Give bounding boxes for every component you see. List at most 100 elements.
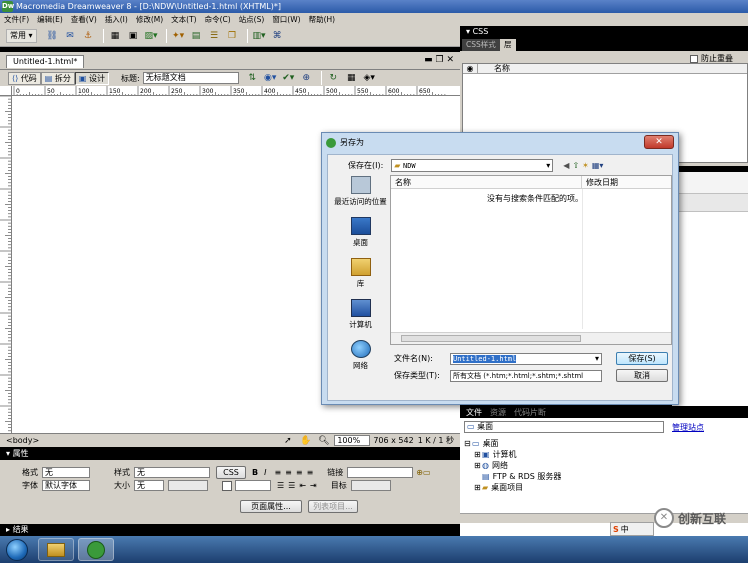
tab-snippets[interactable]: 代码片断	[514, 407, 546, 418]
align-left-icon[interactable]: ≡	[274, 468, 281, 477]
insert-category-dropdown[interactable]: 常用 ▾	[6, 29, 37, 43]
menu-window[interactable]: 窗口(W)	[268, 13, 304, 26]
tree-item-ftp[interactable]: ▤ FTP & RDS 服务器	[464, 471, 561, 482]
dialog-close-button[interactable]: ✕	[644, 135, 674, 149]
place-network[interactable]: 网络	[332, 340, 389, 371]
menu-modify[interactable]: 修改(M)	[132, 13, 167, 26]
menu-edit[interactable]: 编辑(E)	[33, 13, 67, 26]
place-libraries[interactable]: 库	[332, 258, 389, 289]
tab-files[interactable]: 文件	[466, 407, 482, 418]
place-desktop[interactable]: 桌面	[332, 217, 389, 248]
menu-help[interactable]: 帮助(H)	[305, 13, 340, 26]
tree-item-desktop-items[interactable]: ⊞ ▰ 桌面项目	[464, 482, 561, 493]
style-select[interactable]: 无	[134, 467, 210, 478]
design-view-button[interactable]: ▣ 设计	[74, 71, 110, 85]
tab-css-styles[interactable]: CSS样式	[462, 39, 500, 51]
code-view-button[interactable]: ⟨⟩ 代码	[8, 71, 41, 85]
results-header[interactable]: ▸ 结果	[0, 524, 460, 536]
start-button[interactable]	[6, 539, 28, 561]
file-list[interactable]: 名称 修改日期 没有与搜索条件匹配的项。	[390, 175, 672, 345]
template-icon[interactable]: ❐	[225, 29, 240, 43]
tag-selector[interactable]: <body>	[6, 436, 39, 445]
format-select[interactable]: 无	[42, 467, 90, 478]
place-computer[interactable]: 计算机	[332, 299, 389, 330]
menu-commands[interactable]: 命令(C)	[201, 13, 235, 26]
page-properties-button[interactable]: 页面属性...	[240, 500, 302, 513]
filetype-select[interactable]: 所有文档 (*.htm;*.html;*.shtm;*.shtml	[450, 369, 602, 382]
text-color-input[interactable]	[235, 480, 271, 491]
justify-icon[interactable]: ≡	[307, 468, 314, 477]
email-icon[interactable]: ✉	[63, 29, 78, 43]
window-size[interactable]: 706 x 542	[373, 436, 413, 445]
view-options-icon[interactable]: ▦	[344, 71, 359, 85]
site-location-select[interactable]: ▭ 桌面	[464, 421, 664, 433]
table-icon[interactable]: ▦	[108, 29, 123, 43]
check-page-icon[interactable]: ✔▾	[281, 71, 296, 85]
zoom-select[interactable]: 100%	[334, 435, 371, 446]
split-view-button[interactable]: ▤ 拆分	[40, 71, 75, 85]
file-list-scrollbar[interactable]	[391, 332, 671, 344]
document-tab[interactable]: Untitled-1.html*	[6, 55, 85, 68]
taskbar-explorer[interactable]	[38, 538, 74, 561]
back-icon[interactable]: ◀	[563, 161, 569, 170]
save-button[interactable]: 保存(S)	[616, 352, 668, 365]
place-recent[interactable]: 最近访问的位置	[332, 176, 389, 207]
new-folder-icon[interactable]: ✶	[582, 161, 589, 170]
preview-browser-icon[interactable]: ◉▾	[263, 71, 278, 85]
indent-icon[interactable]: ⇥	[310, 481, 317, 490]
link-input[interactable]	[347, 467, 414, 478]
ime-indicator[interactable]: S中	[610, 522, 654, 536]
anchor-icon[interactable]: ⚓	[81, 29, 96, 43]
cancel-button[interactable]: 取消	[616, 369, 668, 382]
save-in-select[interactable]: ▰ NDW ▾	[391, 159, 554, 172]
column-name[interactable]: 名称	[391, 177, 581, 188]
tag-chooser-icon[interactable]: ⌘	[270, 29, 285, 43]
font-select[interactable]: 默认字体	[42, 480, 90, 491]
align-center-icon[interactable]: ≡	[285, 468, 292, 477]
document-title-input[interactable]: 无标题文档	[142, 72, 239, 84]
bold-button[interactable]: B	[252, 468, 258, 477]
properties-header[interactable]: ▾ 属性	[0, 447, 460, 460]
size-unit-select[interactable]	[168, 480, 208, 491]
select-tool-icon[interactable]: ➚	[280, 434, 295, 448]
view-menu-icon[interactable]: ▦▾	[592, 161, 604, 170]
target-select[interactable]	[350, 480, 391, 491]
manage-sites-link[interactable]: 管理站点	[672, 422, 704, 433]
outdent-icon[interactable]: ⇤	[299, 481, 306, 490]
document-window-controls[interactable]: ▬ ❐ ✕	[424, 55, 454, 65]
taskbar-dreamweaver[interactable]	[78, 538, 114, 561]
div-icon[interactable]: ▣	[126, 29, 141, 43]
media-icon[interactable]: ✦▾	[171, 29, 186, 43]
up-folder-icon[interactable]: ⇧	[572, 161, 579, 170]
menu-file[interactable]: 文件(F)	[0, 13, 33, 26]
validate-icon[interactable]: ⊕	[299, 71, 314, 85]
tab-layers[interactable]: 层	[500, 39, 516, 51]
zoom-tool-icon[interactable]: 🔍︎	[316, 434, 331, 448]
ordered-list-icon[interactable]: ☰	[288, 481, 295, 490]
refresh-icon[interactable]: ↻	[326, 71, 341, 85]
size-select[interactable]: 无	[134, 480, 164, 491]
date-icon[interactable]: ▤	[189, 29, 204, 43]
comment-icon[interactable]: ☰	[207, 29, 222, 43]
browse-folder-icon[interactable]: ⊕▭	[416, 468, 430, 477]
css-button[interactable]: CSS	[216, 466, 246, 479]
tree-item-computer[interactable]: ⊞ ▣ 计算机	[464, 449, 561, 460]
italic-button[interactable]: I	[264, 468, 266, 477]
hyperlink-icon[interactable]: ⛓	[45, 29, 60, 43]
align-right-icon[interactable]: ≡	[296, 468, 303, 477]
hand-tool-icon[interactable]: ✋	[298, 434, 313, 448]
head-icon[interactable]: ▥▾	[252, 29, 267, 43]
visual-aids-icon[interactable]: ◈▾	[362, 71, 377, 85]
dialog-titlebar[interactable]: 另存为	[322, 133, 678, 153]
menu-text[interactable]: 文本(T)	[167, 13, 200, 26]
text-color-swatch[interactable]	[222, 480, 232, 491]
menu-site[interactable]: 站点(S)	[235, 13, 269, 26]
tree-item-desktop[interactable]: ⊟ ▭ 桌面	[464, 438, 561, 449]
css-panel-header[interactable]: ▾ CSS	[460, 26, 748, 38]
prevent-overlap-checkbox[interactable]	[690, 54, 698, 63]
image-icon[interactable]: ▨▾	[144, 29, 159, 43]
unordered-list-icon[interactable]: ☰	[277, 481, 284, 490]
column-modified-date[interactable]: 修改日期	[582, 177, 618, 188]
filename-input[interactable]: Untitled-1.html ▾	[450, 352, 602, 365]
menu-insert[interactable]: 插入(I)	[101, 13, 132, 26]
